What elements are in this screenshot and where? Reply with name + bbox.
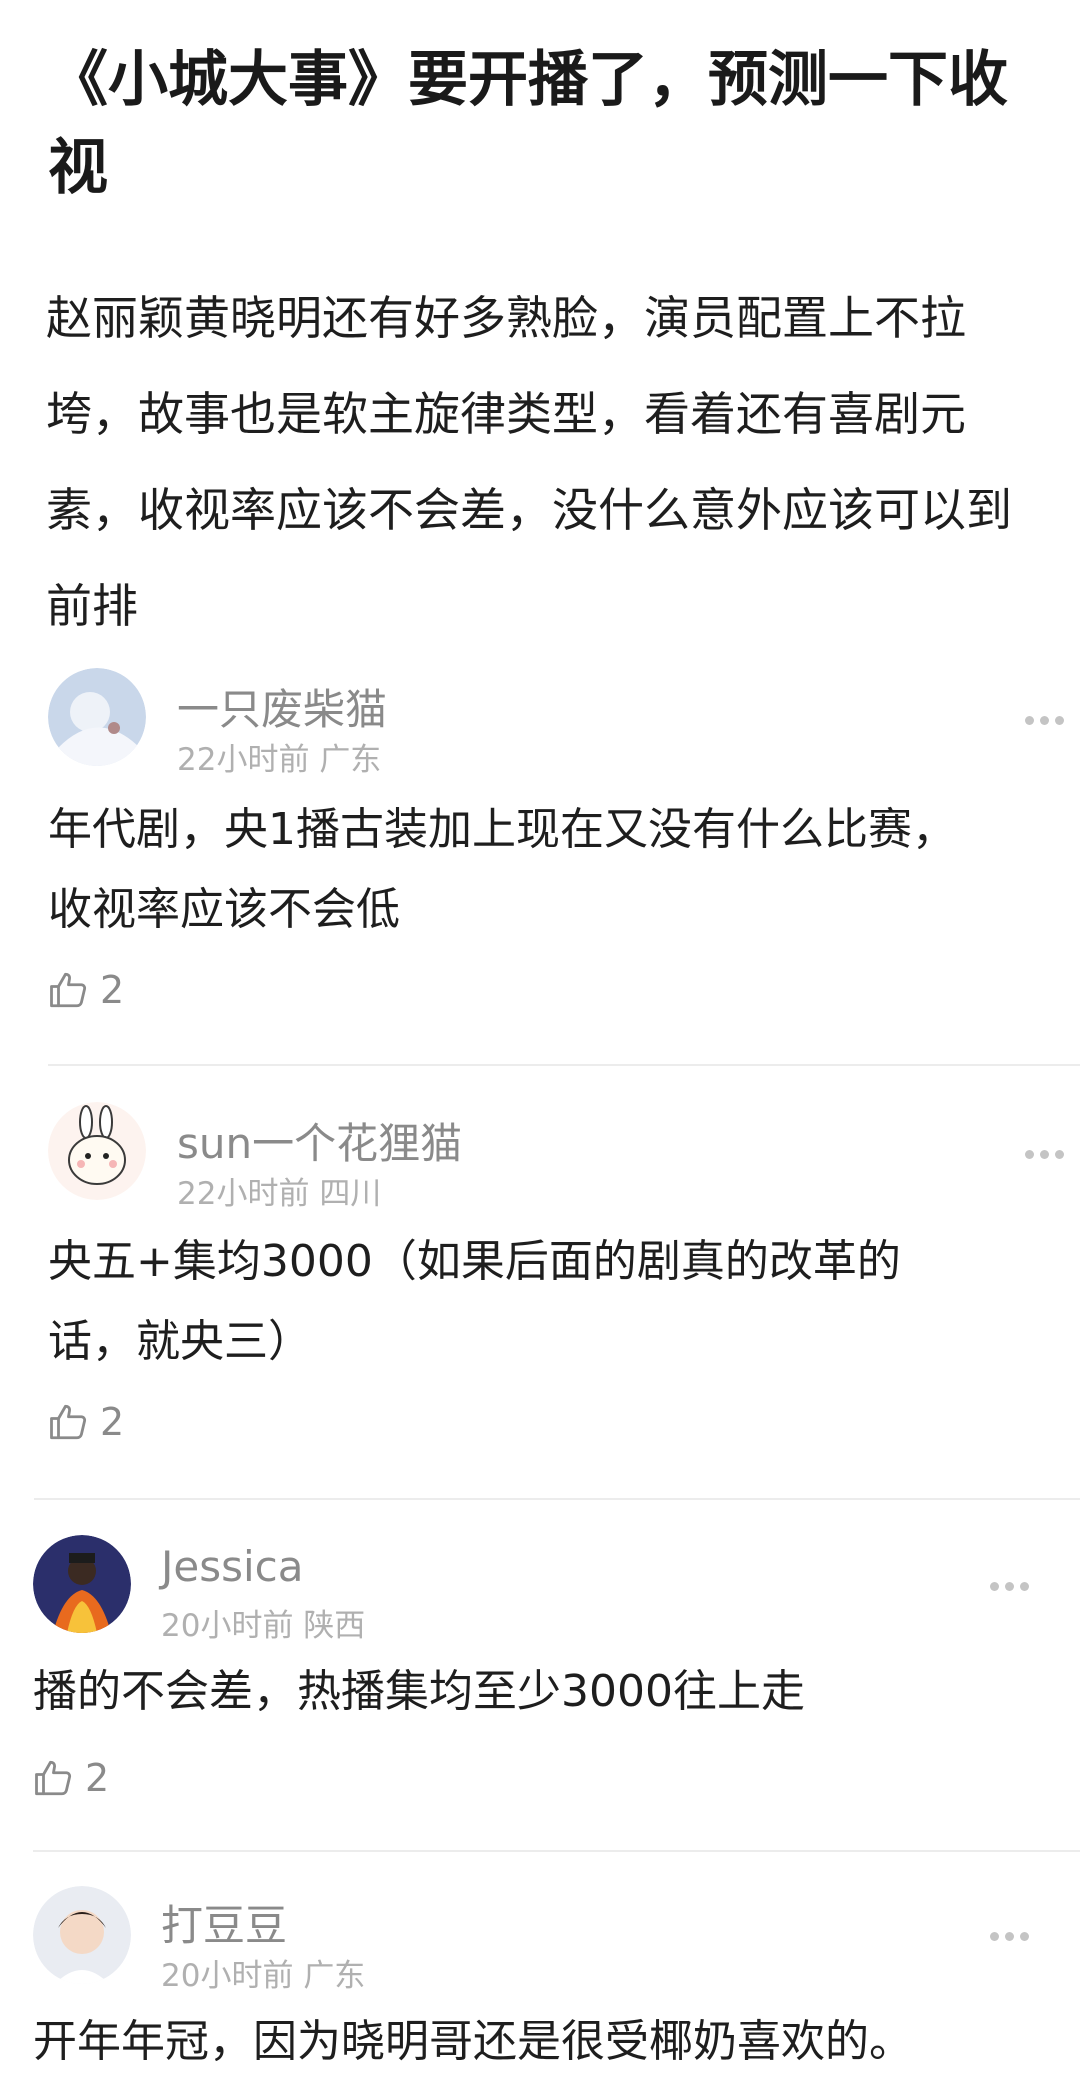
comment-username[interactable]: 打豆豆 (161, 1892, 287, 1953)
avatar[interactable] (33, 1535, 131, 1633)
avatar[interactable] (33, 1886, 131, 1984)
more-options-icon[interactable] (990, 1932, 1029, 1941)
comment-text: 央五+集均3000（如果后面的剧真的改革的 话，就央三） (48, 1236, 901, 1367)
like-count: 2 (100, 1400, 125, 1444)
more-options-icon[interactable] (990, 1582, 1029, 1591)
more-options-icon[interactable] (1025, 716, 1064, 725)
post-title: 《小城大事》要开播了，预测一下收视 (48, 45, 1008, 203)
like-count: 2 (85, 1756, 110, 1800)
comment-time: 20小时前 (161, 1958, 294, 1994)
comment-location: 四川 (319, 1176, 382, 1212)
comment-meta: 20小时前 广东 (161, 1950, 365, 1995)
like-button[interactable]: 2 (48, 968, 124, 1012)
comment-meta: 20小时前 陕西 (161, 1600, 365, 1645)
comment-username[interactable]: 一只废柴猫 (177, 676, 387, 737)
comment-location: 陕西 (303, 1608, 366, 1644)
avatar[interactable] (48, 1102, 146, 1200)
comment-text: 年代剧，央1播古装加上现在又没有什么比赛， 收视率应该不会低 (48, 804, 956, 935)
comment-username[interactable]: Jessica (161, 1542, 304, 1591)
comment-time: 20小时前 (161, 1608, 294, 1644)
thumbs-up-icon (50, 1404, 87, 1440)
like-count: 2 (100, 968, 125, 1012)
divider (34, 1498, 1080, 1500)
more-options-icon[interactable] (1025, 1150, 1064, 1159)
comment-location: 广东 (319, 742, 382, 778)
comment-location: 广东 (303, 1958, 366, 1994)
thumbs-up-icon (35, 1760, 72, 1796)
comment-text: 开年年冠，因为晓明哥还是很受椰奶喜欢的。 (33, 2016, 913, 2067)
comment-time: 22小时前 (177, 742, 310, 778)
post-body: 赵丽颖黄晓明还有好多熟脸，演员配置上不拉垮，故事也是软主旋律类型，看着还有喜剧元… (46, 291, 1012, 633)
comment-meta: 22小时前 四川 (177, 1168, 381, 1213)
comment-text: 播的不会差，热播集均至少3000往上走 (33, 1666, 805, 1717)
divider (48, 1064, 1080, 1066)
comment-username[interactable]: sun一个花狸猫 (177, 1110, 462, 1171)
like-button[interactable]: 2 (48, 1400, 124, 1444)
divider (33, 1850, 1080, 1852)
comment-meta: 22小时前 广东 (177, 734, 381, 779)
avatar[interactable] (48, 668, 146, 766)
like-button[interactable]: 2 (33, 1756, 109, 1800)
comment-time: 22小时前 (177, 1176, 310, 1212)
thumbs-up-icon (50, 972, 87, 1008)
